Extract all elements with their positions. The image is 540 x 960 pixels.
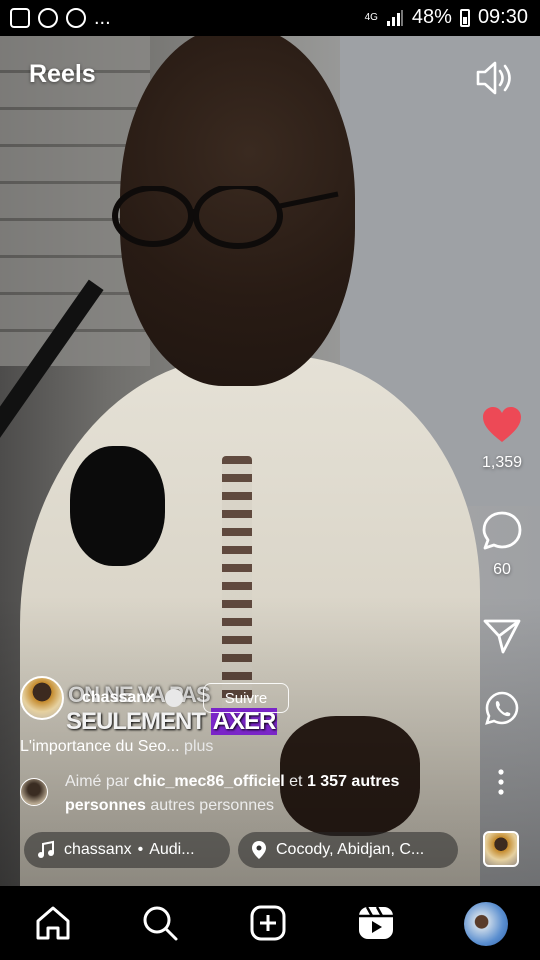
messenger-icon xyxy=(38,8,58,28)
heart-icon[interactable] xyxy=(481,405,523,445)
battery-icon xyxy=(459,8,470,27)
liker-avatar[interactable] xyxy=(20,778,48,806)
speaker-icon[interactable] xyxy=(474,58,514,98)
share-icon[interactable] xyxy=(482,616,522,656)
caption[interactable]: L'importance du Seo... plus xyxy=(20,738,213,756)
whatsapp-action[interactable] xyxy=(472,690,532,731)
comment-action[interactable]: 60 xyxy=(472,510,532,579)
messenger-icon xyxy=(66,8,86,28)
caption-text: L'importance du Seo... xyxy=(20,738,180,755)
likes-count: 1,359 xyxy=(481,454,523,471)
profile-avatar[interactable] xyxy=(464,902,508,946)
audio-chip[interactable]: chassanx • Audi... xyxy=(24,832,230,868)
battery-percent: 48% xyxy=(411,6,452,28)
video-text-word: SEULEMENT xyxy=(66,708,206,735)
home-icon[interactable] xyxy=(34,904,72,942)
reels-icon[interactable] xyxy=(357,904,395,942)
liked-by-text[interactable]: Aimé par chic_mec86_officiel et 1 357 au… xyxy=(65,770,445,818)
liked-tail: autres personnes xyxy=(150,797,275,814)
audio-label: Audi... xyxy=(149,841,195,858)
author-avatar[interactable] xyxy=(20,676,64,720)
status-bar: ... 4G 48% 09:30 xyxy=(0,0,540,36)
author-username[interactable]: chassanx xyxy=(82,689,155,707)
liked-user[interactable]: chic_mec86_officiel xyxy=(133,773,284,790)
caption-more-link[interactable]: plus xyxy=(184,738,213,755)
more-icon[interactable] xyxy=(491,768,511,796)
location-label: Cocody, Abidjan, C... xyxy=(276,841,425,858)
whatsapp-icon[interactable] xyxy=(484,690,520,726)
more-notifications: ... xyxy=(94,7,111,29)
microphone xyxy=(70,446,165,566)
audio-bullet: • xyxy=(137,841,144,858)
share-action[interactable] xyxy=(472,616,532,661)
comments-count: 60 xyxy=(493,561,511,578)
audio-author: chassanx xyxy=(64,841,132,858)
page-title: Reels xyxy=(29,60,96,88)
search-icon[interactable] xyxy=(141,904,179,942)
verified-badge-icon xyxy=(165,689,183,707)
glasses xyxy=(112,186,339,249)
music-icon xyxy=(38,840,54,858)
follow-button[interactable]: Suivre xyxy=(203,683,289,713)
clock: 09:30 xyxy=(477,6,528,28)
network-type: 4G xyxy=(364,11,378,23)
liked-tail-bold: personnes xyxy=(65,797,146,814)
create-icon[interactable] xyxy=(249,904,287,942)
bottom-nav xyxy=(0,886,540,960)
reel-video[interactable] xyxy=(0,36,540,886)
like-action[interactable]: 1,359 xyxy=(472,405,532,472)
signal-icon xyxy=(386,9,403,26)
liked-count[interactable]: 1 357 autres xyxy=(307,773,400,790)
audio-thumbnail[interactable] xyxy=(483,831,519,867)
liked-prefix: Aimé par xyxy=(65,773,130,790)
liked-and: et xyxy=(289,773,303,790)
location-icon xyxy=(252,841,266,859)
notification-icon xyxy=(10,8,30,28)
location-chip[interactable]: Cocody, Abidjan, C... xyxy=(238,832,458,868)
comment-icon[interactable] xyxy=(481,510,523,552)
